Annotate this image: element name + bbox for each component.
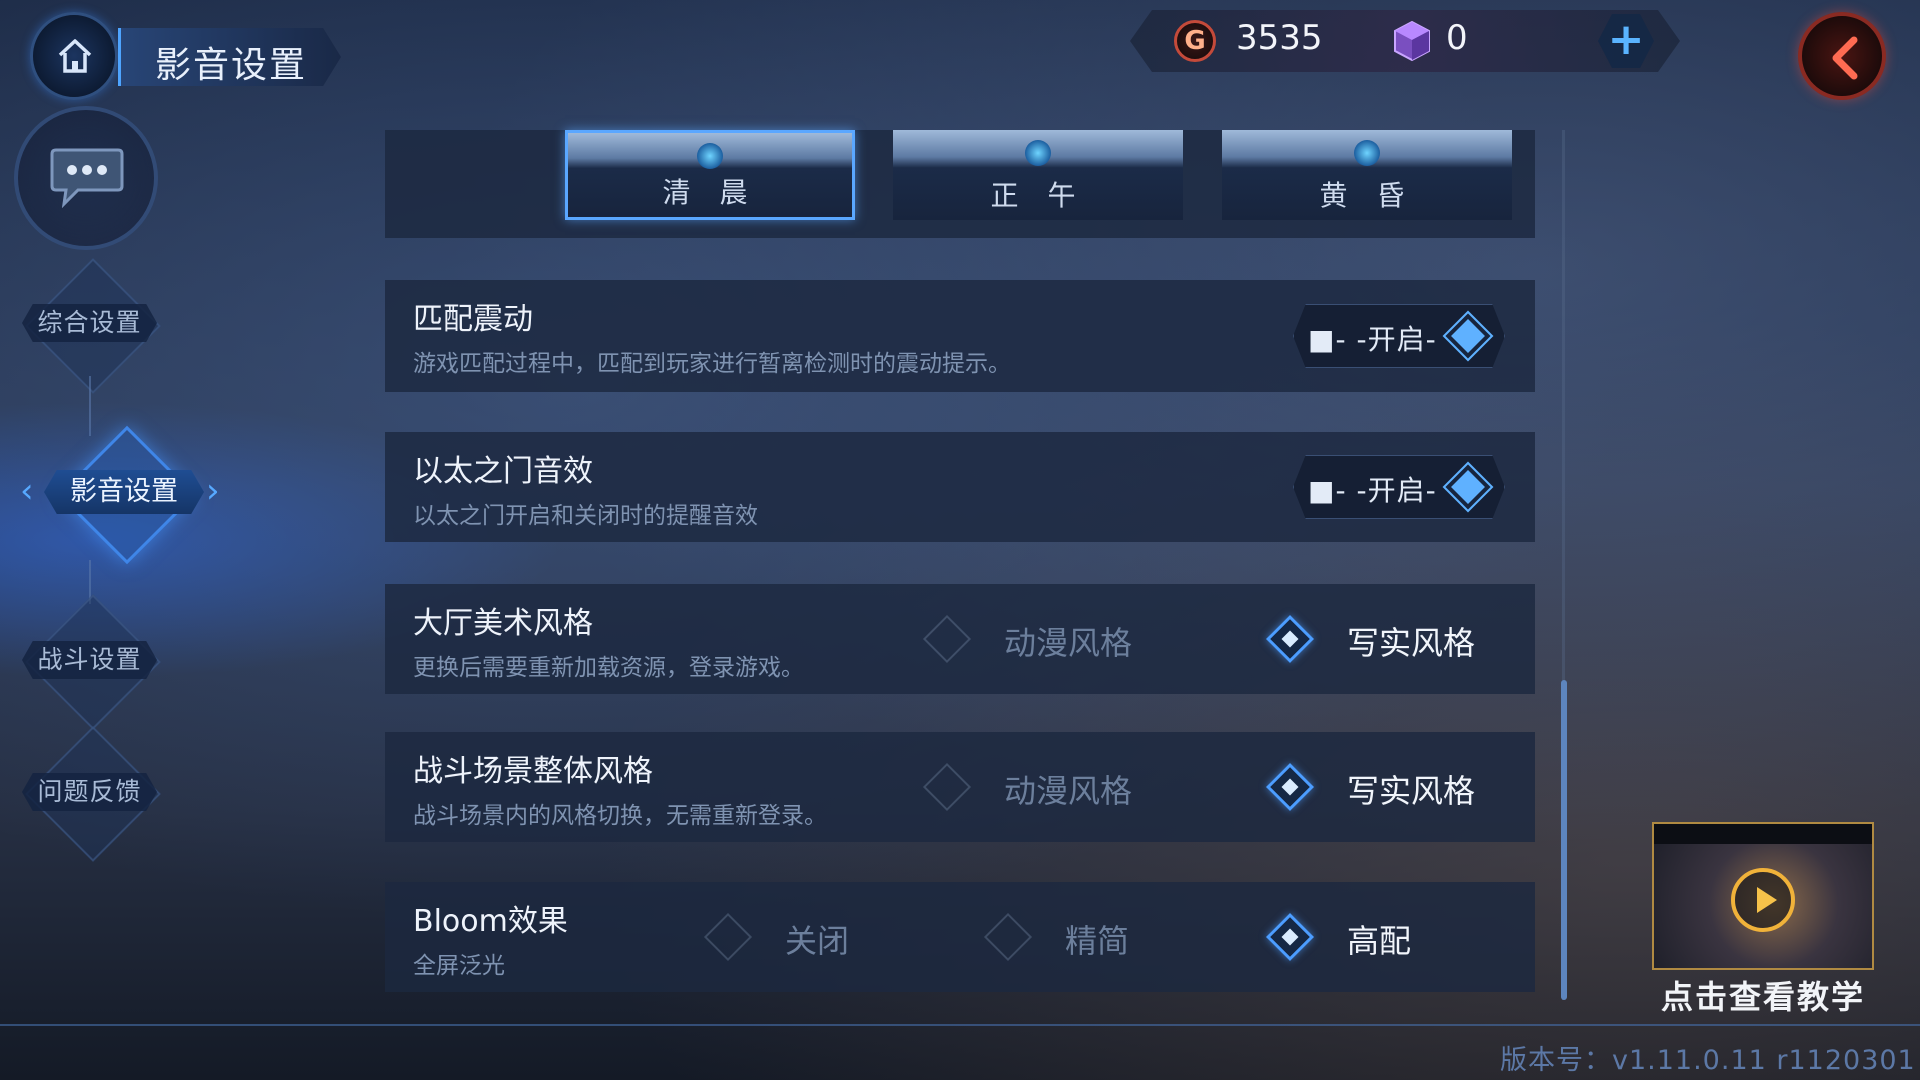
setting-desc: 全屏泛光 — [413, 953, 505, 979]
scrollbar-thumb[interactable] — [1561, 680, 1567, 1000]
setting-title: 以太之门音效 — [413, 454, 593, 489]
toggle-knob-icon — [1442, 310, 1494, 362]
sidebar-item-general[interactable]: 综合设置 — [22, 304, 157, 342]
setting-row-match-vibration: 匹配震动 游戏匹配过程中，匹配到玩家进行暂离检测时的震动提示。 ■- -开启- — [385, 280, 1535, 392]
time-option-dusk[interactable]: 黄 昏 — [1222, 130, 1512, 220]
chevron-right-icon: › — [206, 471, 220, 511]
sidebar-item-label: 问题反馈 — [37, 777, 142, 806]
version-text: 版本号：v1.11.0.11 r1120301 — [1500, 1045, 1916, 1076]
emblem-icon — [1354, 140, 1380, 166]
sidebar-item-label: 战斗设置 — [37, 645, 142, 674]
radio-diamond-selected-icon — [1265, 614, 1315, 664]
chat-button[interactable] — [14, 106, 158, 250]
radio-diamond-selected-icon — [1265, 912, 1315, 962]
radio-diamond-icon — [922, 614, 972, 664]
sidebar-item-battle[interactable]: 战斗设置 — [22, 641, 157, 679]
setting-title: 匹配震动 — [413, 302, 533, 337]
setting-desc: 以太之门开启和关闭时的提醒音效 — [413, 503, 758, 529]
setting-desc: 游戏匹配过程中，匹配到玩家进行暂离检测时的震动提示。 — [413, 351, 1011, 377]
gold-value: 3535 — [1236, 18, 1323, 58]
chevron-left-icon: ‹ — [20, 471, 34, 511]
emblem-icon — [1025, 140, 1051, 166]
time-option-noon[interactable]: 正 午 — [893, 130, 1183, 220]
sidebar-item-label: 综合设置 — [37, 308, 142, 337]
time-option-dawn[interactable]: 清 晨 — [565, 130, 855, 220]
page-title-plate: 影音设置 — [118, 28, 341, 86]
tutorial-label[interactable]: 点击查看教学 — [1652, 972, 1874, 1018]
gem-value: 0 — [1446, 18, 1468, 58]
setting-row-battle-scene-style: 战斗场景整体风格 战斗场景内的风格切换，无需重新登录。 动漫风格 写实风格 — [385, 732, 1535, 842]
home-button[interactable] — [30, 12, 118, 100]
sidebar-item-label: 影音设置 — [70, 476, 178, 507]
setting-desc: 更换后需要重新加载资源，登录游戏。 — [413, 655, 804, 681]
radio-diamond-icon — [703, 912, 753, 962]
setting-desc: 战斗场景内的风格切换，无需重新登录。 — [413, 803, 827, 829]
setting-row-ether-gate-sound: 以太之门音效 以太之门开启和关闭时的提醒音效 ■- -开启- — [385, 432, 1535, 542]
emblem-icon — [697, 143, 723, 169]
setting-title: Bloom效果 — [413, 904, 568, 939]
match-vibration-toggle[interactable]: ■- -开启- — [1293, 304, 1505, 368]
setting-row-bloom: Bloom效果 全屏泛光 关闭 精简 高配 — [385, 882, 1535, 992]
play-icon[interactable] — [1731, 868, 1795, 932]
setting-row-lobby-art-style: 大厅美术风格 更换后需要重新加载资源，登录游戏。 动漫风格 写实风格 — [385, 584, 1535, 694]
toggle-knob-icon — [1442, 461, 1494, 513]
plus-icon: + — [1607, 14, 1645, 65]
bottom-divider — [0, 1024, 1920, 1026]
nav-connector — [89, 376, 91, 436]
sidebar-item-feedback[interactable]: 问题反馈 — [22, 773, 157, 811]
radio-diamond-selected-icon — [1265, 762, 1315, 812]
radio-diamond-icon — [922, 762, 972, 812]
ether-gate-sound-toggle[interactable]: ■- -开启- — [1293, 455, 1505, 519]
page-title: 影音设置 — [155, 45, 308, 86]
sidebar-item-audio-video[interactable]: 影音设置 — [44, 470, 204, 514]
gem-cube-icon — [1394, 20, 1430, 62]
setting-title: 战斗场景整体风格 — [413, 754, 653, 789]
chat-bubble-icon — [50, 148, 124, 208]
back-arrow-icon — [1832, 36, 1858, 80]
home-icon — [58, 39, 92, 73]
radio-diamond-icon — [983, 912, 1033, 962]
back-button[interactable] — [1798, 12, 1886, 100]
gold-coin-icon: G — [1174, 20, 1216, 62]
setting-title: 大厅美术风格 — [413, 606, 593, 641]
